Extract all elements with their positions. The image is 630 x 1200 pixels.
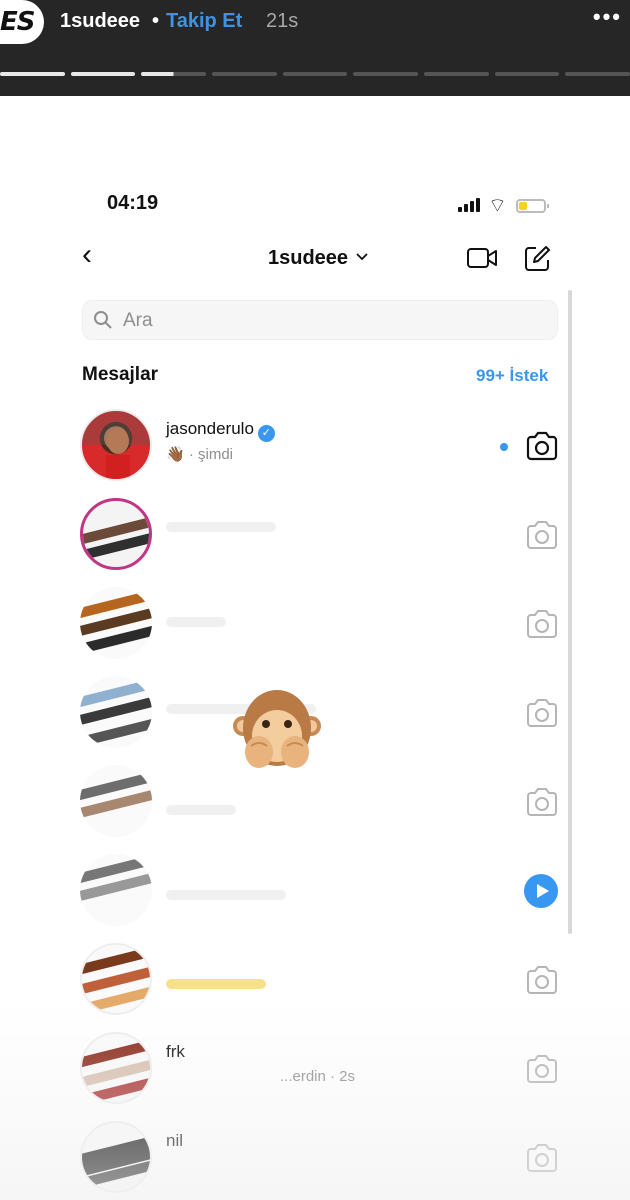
avatar bbox=[80, 409, 152, 481]
camera-icon[interactable] bbox=[525, 431, 559, 461]
camera-icon[interactable] bbox=[525, 965, 559, 995]
thread-username: jasonderulo bbox=[166, 419, 254, 438]
search-placeholder: Ara bbox=[123, 310, 153, 331]
see-no-evil-monkey-icon bbox=[233, 690, 321, 768]
redacted-text bbox=[166, 805, 236, 815]
story-progress-segment bbox=[565, 72, 630, 76]
story-progress-segment bbox=[212, 72, 277, 76]
story-username[interactable]: 1sudeee bbox=[60, 10, 140, 33]
story-separator: • bbox=[152, 10, 160, 32]
story-avatar-initials: ES bbox=[0, 7, 35, 37]
wifi-icon: ⌔ bbox=[488, 195, 507, 217]
story-avatar[interactable]: ES bbox=[0, 0, 44, 44]
story-progress-segment bbox=[424, 72, 489, 76]
camera-icon[interactable] bbox=[525, 520, 559, 550]
account-title[interactable]: 1sudeee bbox=[268, 247, 348, 270]
camera-icon[interactable] bbox=[525, 1054, 559, 1084]
avatar bbox=[80, 943, 152, 1015]
search-input[interactable]: Ara bbox=[82, 300, 558, 340]
story-progress-segment bbox=[282, 72, 348, 76]
camera-icon[interactable] bbox=[525, 609, 559, 639]
thread-row[interactable]: frk ...erdin · 2s bbox=[80, 1032, 570, 1112]
avatar bbox=[80, 587, 152, 659]
thread-row[interactable] bbox=[80, 498, 570, 578]
story-header: ES 1sudeee • Takip Et 21s ••• bbox=[0, 0, 630, 96]
more-options-icon[interactable]: ••• bbox=[593, 4, 622, 30]
redacted-text bbox=[166, 617, 226, 627]
battery-icon bbox=[516, 199, 549, 213]
redacted-text bbox=[166, 979, 266, 989]
story-progress-segment bbox=[494, 72, 560, 76]
camera-icon[interactable] bbox=[525, 698, 559, 728]
thread-row[interactable] bbox=[80, 676, 570, 756]
verified-badge-icon: ✓ bbox=[257, 425, 275, 442]
status-icons: ⌔ bbox=[458, 195, 558, 217]
requests-link[interactable]: 99+ İstek bbox=[476, 366, 548, 386]
thread-row[interactable] bbox=[80, 765, 570, 845]
avatar bbox=[80, 676, 152, 748]
avatar bbox=[80, 854, 152, 926]
thread-row[interactable] bbox=[80, 587, 570, 667]
new-message-icon[interactable] bbox=[522, 244, 552, 274]
follow-button[interactable]: Takip Et bbox=[166, 10, 242, 33]
status-time: 04:19 bbox=[107, 192, 159, 214]
thread-row[interactable]: nil bbox=[80, 1121, 570, 1200]
search-icon bbox=[94, 311, 112, 329]
chevron-down-icon[interactable] bbox=[355, 249, 369, 265]
thread-name: jasonderulo ✓ bbox=[166, 419, 275, 442]
video-camera-icon[interactable] bbox=[466, 246, 498, 270]
story-progress-segment bbox=[141, 72, 207, 76]
redacted-text bbox=[166, 890, 286, 900]
messages-heading: Mesajlar bbox=[82, 364, 159, 385]
camera-icon[interactable] bbox=[525, 1143, 559, 1173]
dm-screenshot: 04:19 ⌔ ‹ 1sudeee Ara Mesajlar 99+ İstek bbox=[0, 96, 630, 1200]
thread-row[interactable]: jasonderulo ✓ 👋🏾 · şimdi bbox=[80, 409, 570, 489]
thread-name: nil bbox=[166, 1131, 184, 1150]
avatar bbox=[80, 498, 152, 570]
story-progress-segment bbox=[353, 72, 419, 76]
story-progress-segment bbox=[70, 72, 136, 76]
thread-preview: ...erdin · 2s bbox=[280, 1068, 356, 1085]
redacted-text bbox=[166, 522, 276, 532]
avatar-image bbox=[82, 411, 150, 479]
thread-name: frk bbox=[166, 1042, 185, 1061]
avatar bbox=[80, 1032, 152, 1104]
avatar bbox=[80, 1121, 152, 1193]
story-progress-bar bbox=[0, 72, 630, 76]
signal-icon bbox=[458, 198, 480, 212]
thread-preview: 👋🏾 · şimdi bbox=[166, 446, 234, 463]
play-icon[interactable] bbox=[524, 874, 558, 908]
back-icon[interactable]: ‹ bbox=[82, 238, 92, 272]
story-timestamp: 21s bbox=[266, 10, 299, 32]
avatar bbox=[80, 765, 152, 837]
story-progress-segment bbox=[0, 72, 65, 76]
thread-row[interactable] bbox=[80, 943, 570, 1023]
thread-row[interactable] bbox=[80, 854, 570, 934]
camera-icon[interactable] bbox=[525, 787, 559, 817]
unread-indicator bbox=[500, 443, 508, 451]
